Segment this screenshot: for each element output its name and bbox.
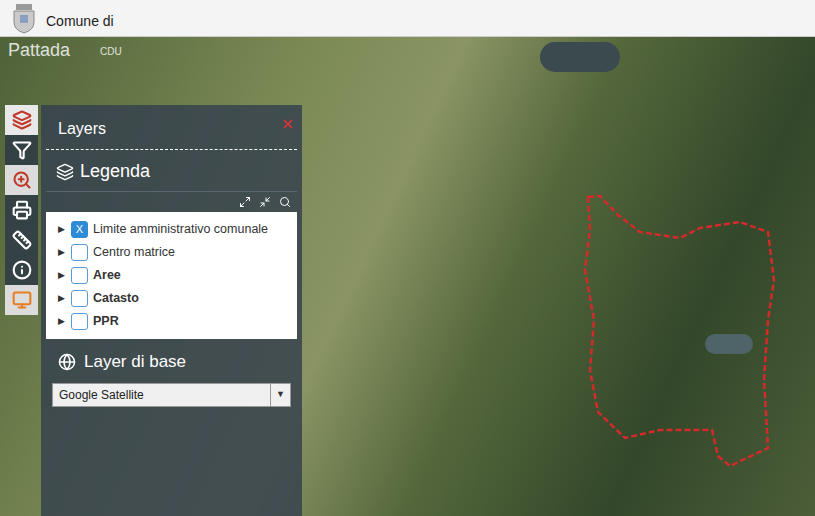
layer-checkbox[interactable] — [71, 244, 88, 261]
layer-label: Limite amministrativo comunale — [93, 220, 268, 239]
layer-label: Catasto — [93, 289, 139, 308]
expand-arrow[interactable]: ▶ — [58, 223, 66, 237]
legend-header: Legenda — [46, 150, 297, 191]
select-arrow: ▼ — [270, 384, 290, 406]
toolbar-button[interactable] — [5, 255, 38, 285]
base-select[interactable]: Google Satellite ▼ — [52, 383, 291, 407]
layer-row: ▶ PPR — [58, 310, 293, 333]
coat-of-arms-icon — [10, 2, 38, 34]
panel-title: Layers — [58, 117, 106, 141]
lake — [540, 42, 620, 72]
layer-label: PPR — [93, 312, 119, 331]
info-icon — [12, 260, 32, 280]
municipality-name: Pattada — [8, 41, 70, 59]
layer-tree: ▶ X Limite amministrativo comunale ▶ Centro … — [46, 212, 297, 339]
collapse-icon[interactable] — [259, 196, 271, 208]
zoom-icon — [12, 170, 32, 190]
expand-icon[interactable] — [239, 196, 251, 208]
toolbar-button[interactable] — [5, 225, 38, 255]
toolbar-button[interactable] — [5, 135, 38, 165]
ruler-icon — [12, 230, 32, 250]
expand-arrow[interactable]: ▶ — [58, 292, 66, 306]
layer-checkbox[interactable] — [71, 267, 88, 284]
lake — [705, 334, 753, 354]
globe-icon — [58, 353, 76, 371]
toolbar-button[interactable] — [5, 285, 38, 315]
layer-row: ▶ Catasto — [58, 287, 293, 310]
layer-checkbox[interactable]: X — [71, 221, 88, 238]
layer-row: ▶ Centro matrice — [58, 241, 293, 264]
base-select-value: Google Satellite — [59, 386, 144, 404]
expand-arrow[interactable]: ▶ — [58, 315, 66, 329]
print-icon — [12, 200, 32, 220]
map-area[interactable]: Layers Legenda ▶ X Limite amministrativo com… — [0, 37, 815, 516]
map-viewer: Comune di Layers Legenda ▶ X Limite amministr… — [0, 0, 815, 516]
monitor-icon — [12, 290, 32, 310]
base-title: Layer di base — [84, 349, 186, 375]
layers-panel: Layers Legenda ▶ X Limite amministrativo com… — [41, 105, 302, 516]
layer-label: Centro matrice — [93, 243, 175, 262]
layer-row: ▶ X Limite amministrativo comunale — [58, 218, 293, 241]
layers-icon — [12, 110, 32, 130]
zoom-icon[interactable] — [279, 196, 291, 208]
toolbar-button[interactable] — [5, 195, 38, 225]
expand-arrow[interactable]: ▶ — [58, 246, 66, 260]
layer-checkbox[interactable] — [71, 313, 88, 330]
legend-tools — [46, 191, 297, 212]
layers-icon — [56, 163, 74, 181]
legend-title: Legenda — [80, 158, 150, 185]
layer-checkbox[interactable] — [71, 290, 88, 307]
header-bar: Comune di — [0, 0, 815, 37]
toolbar — [5, 105, 38, 315]
expand-arrow[interactable]: ▶ — [58, 269, 66, 283]
layer-label: Aree — [93, 266, 121, 285]
base-header: Layer di base — [46, 339, 297, 383]
toolbar-button[interactable] — [5, 165, 38, 195]
toolbar-button[interactable] — [5, 105, 38, 135]
close-icon[interactable] — [281, 117, 295, 131]
filter-icon — [12, 140, 32, 160]
panel-header: Layers — [46, 105, 297, 150]
header-title: Comune di — [46, 14, 114, 28]
layer-row: ▶ Aree — [58, 264, 293, 287]
app-name: CDU — [100, 47, 122, 57]
